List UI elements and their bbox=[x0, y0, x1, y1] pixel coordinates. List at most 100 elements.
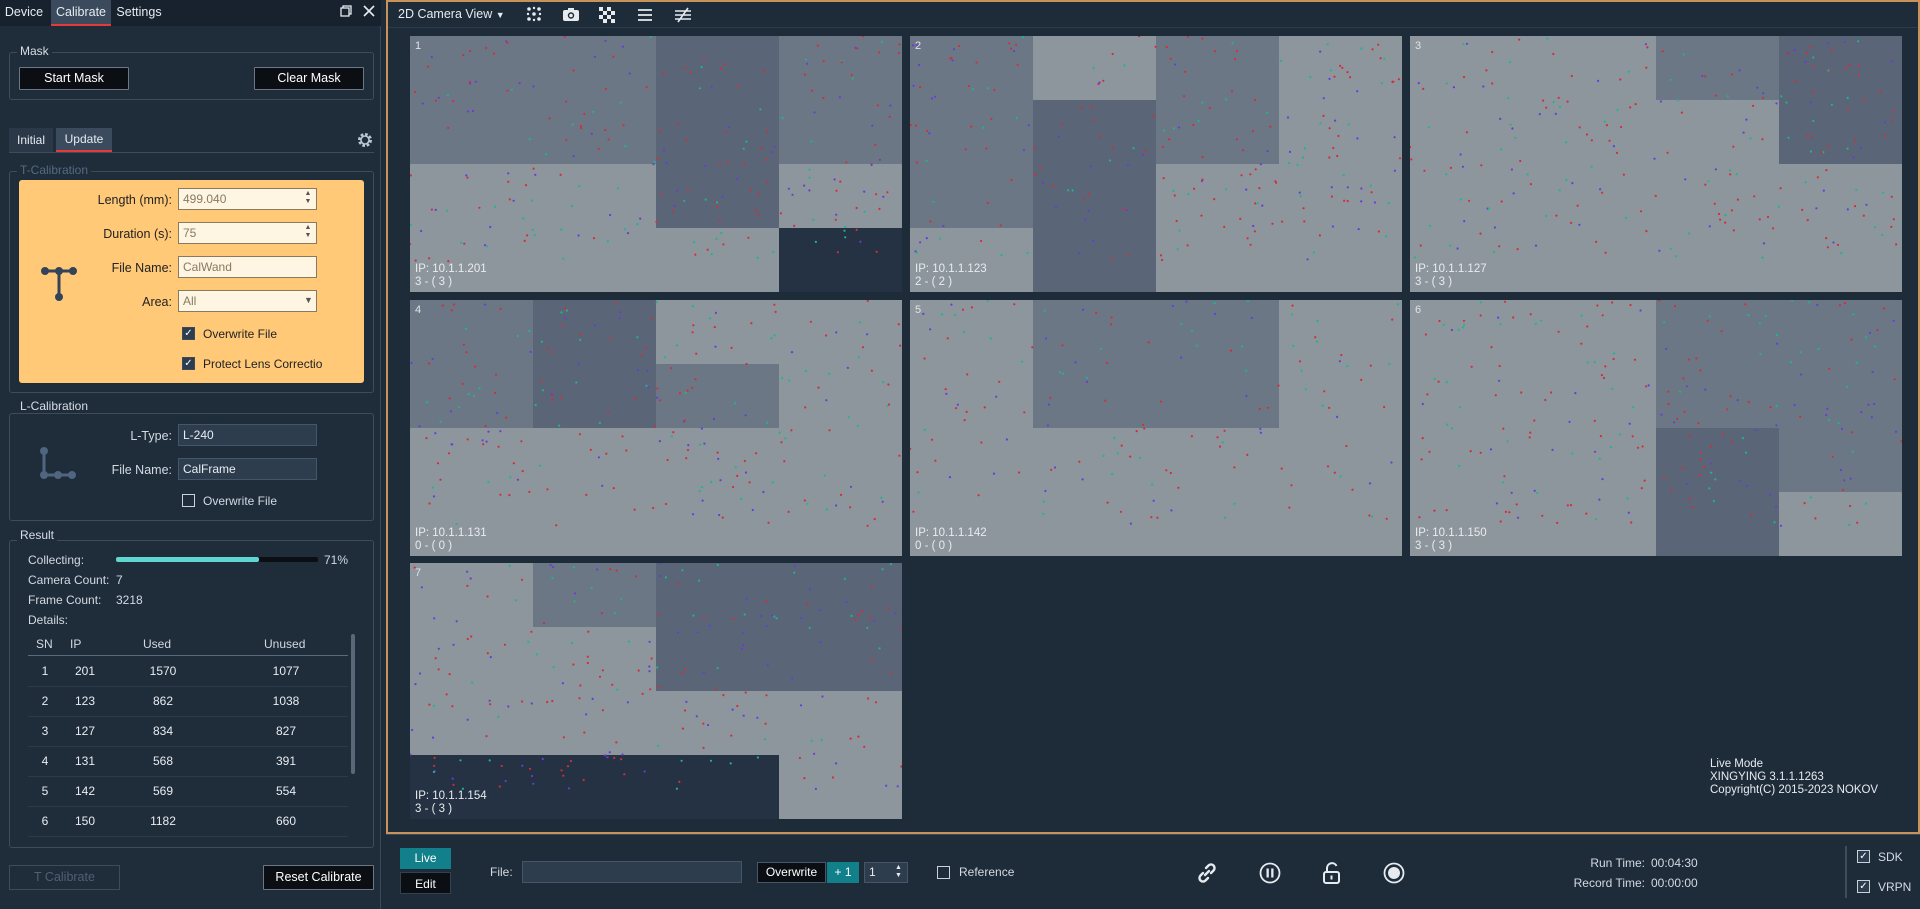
gear-icon[interactable] bbox=[356, 131, 374, 149]
vrpn-checkbox[interactable]: ✓ bbox=[1857, 880, 1870, 893]
strike-lines-icon[interactable] bbox=[674, 7, 692, 26]
marker-point bbox=[481, 439, 484, 442]
table-row-divider bbox=[28, 716, 348, 717]
marker-point bbox=[835, 189, 838, 192]
marker-point bbox=[1830, 49, 1833, 52]
close-icon[interactable] bbox=[363, 5, 375, 17]
camera-panel[interactable]: 7 IP: 10.1.1.154 3 - ( 3 ) bbox=[410, 563, 902, 819]
tab-settings[interactable]: Settings bbox=[114, 0, 164, 26]
duration-input[interactable]: 75 bbox=[178, 222, 317, 244]
marker-point bbox=[1803, 502, 1806, 505]
overwrite-button[interactable]: Overwrite bbox=[757, 862, 826, 883]
col-sn: SN bbox=[36, 637, 53, 651]
overwrite-file-checkbox[interactable]: ✓ bbox=[182, 327, 195, 340]
camera-panel[interactable]: 1 IP: 10.1.1.201 3 - ( 3 ) bbox=[410, 36, 902, 292]
marker-point bbox=[835, 762, 838, 765]
marker-point bbox=[1520, 391, 1523, 394]
tab-device[interactable]: Device bbox=[0, 0, 48, 26]
marker-point bbox=[839, 493, 843, 496]
marker-point bbox=[1172, 189, 1175, 192]
marker-point bbox=[601, 709, 604, 712]
duration-spinner[interactable]: ▲ ▼ bbox=[302, 224, 314, 242]
camera-marker-count: 3 - ( 3 ) bbox=[415, 276, 453, 288]
copyright-text: Copyright(C) 2015-2023 NOKOV bbox=[1710, 784, 1879, 796]
marker-point bbox=[790, 351, 794, 354]
view-mode-dropdown[interactable]: 2D Camera View ▼ bbox=[398, 7, 505, 21]
marker-point bbox=[843, 229, 846, 232]
l-type-input[interactable]: L-240 bbox=[178, 424, 317, 446]
clear-mask-button[interactable]: Clear Mask bbox=[254, 67, 364, 90]
marker-point bbox=[600, 612, 603, 615]
marker-point bbox=[1636, 446, 1640, 449]
marker-point bbox=[910, 447, 912, 450]
marker-point bbox=[1180, 356, 1183, 359]
plus-one-button[interactable]: + 1 bbox=[827, 862, 859, 883]
tab-initial[interactable]: Initial bbox=[9, 128, 53, 152]
marker-point bbox=[524, 184, 528, 187]
l-file-name-input[interactable]: CalFrame bbox=[178, 458, 317, 480]
marker-point bbox=[1485, 69, 1488, 72]
protect-lens-checkbox[interactable]: ✓ bbox=[182, 357, 195, 370]
sdk-checkbox[interactable]: ✓ bbox=[1857, 850, 1870, 863]
menu-lines-icon[interactable] bbox=[637, 9, 653, 24]
camera-icon[interactable] bbox=[562, 7, 580, 25]
step-spinner[interactable]: ▲ ▼ bbox=[895, 864, 902, 880]
marker-point bbox=[1787, 136, 1790, 139]
start-mask-button[interactable]: Start Mask bbox=[19, 67, 129, 90]
marker-point bbox=[804, 58, 807, 61]
marker-point bbox=[1302, 207, 1305, 210]
pause-icon[interactable] bbox=[1259, 862, 1281, 887]
marker-point bbox=[467, 110, 470, 113]
reset-calibrate-button[interactable]: Reset Calibrate bbox=[263, 865, 374, 890]
marker-point bbox=[611, 683, 614, 686]
camera-panel[interactable]: 6 IP: 10.1.1.150 3 - ( 3 ) bbox=[1410, 300, 1902, 556]
marker-point bbox=[788, 379, 791, 382]
link-icon[interactable] bbox=[1196, 862, 1218, 887]
camera-panel[interactable]: 5 IP: 10.1.1.142 0 - ( 0 ) bbox=[910, 300, 1402, 556]
live-button[interactable]: Live bbox=[400, 848, 451, 869]
marker-point bbox=[492, 52, 495, 55]
tab-calibrate[interactable]: Calibrate bbox=[51, 0, 111, 26]
scrollbar[interactable] bbox=[351, 634, 355, 774]
area-select[interactable]: All bbox=[178, 290, 317, 312]
marker-point bbox=[1291, 304, 1294, 307]
file-input[interactable] bbox=[522, 861, 742, 883]
marker-point bbox=[1602, 376, 1606, 380]
camera-panel[interactable]: 2 IP: 10.1.1.123 2 - ( 2 ) bbox=[910, 36, 1402, 292]
marker-point bbox=[1183, 95, 1186, 98]
marker-point bbox=[822, 96, 825, 100]
marker-point bbox=[1848, 63, 1851, 66]
marker-point bbox=[1303, 220, 1306, 223]
length-spinner[interactable]: ▲ ▼ bbox=[302, 190, 314, 208]
marker-point bbox=[1849, 504, 1852, 508]
checkerboard-icon[interactable] bbox=[599, 7, 615, 26]
marker-point bbox=[1612, 145, 1615, 148]
marker-point bbox=[1338, 360, 1341, 363]
t-calibrate-button[interactable]: T Calibrate bbox=[9, 865, 120, 890]
marker-point bbox=[1697, 422, 1700, 425]
marker-point bbox=[1461, 165, 1464, 168]
marker-point bbox=[1874, 226, 1877, 229]
marker-point bbox=[929, 328, 932, 331]
camera-panel[interactable]: 3 IP: 10.1.1.127 3 - ( 3 ) bbox=[1410, 36, 1902, 292]
length-input[interactable]: 499.040 bbox=[178, 188, 317, 210]
marker-point bbox=[686, 448, 690, 452]
record-icon[interactable] bbox=[1383, 862, 1405, 887]
edit-button[interactable]: Edit bbox=[400, 872, 451, 894]
tab-update[interactable]: Update bbox=[56, 128, 112, 152]
t-file-name-input[interactable]: CalWand bbox=[178, 256, 317, 278]
marker-point bbox=[869, 616, 872, 620]
marker-point bbox=[1599, 188, 1602, 191]
marker-point bbox=[1360, 187, 1363, 190]
restore-icon[interactable] bbox=[340, 5, 352, 17]
marker-point bbox=[605, 452, 608, 455]
marker-point bbox=[1669, 78, 1672, 81]
marker-point bbox=[1615, 151, 1619, 154]
reference-checkbox[interactable] bbox=[937, 866, 950, 879]
marker-point bbox=[527, 640, 530, 643]
marker-point bbox=[1193, 187, 1196, 190]
markers-icon[interactable] bbox=[525, 6, 543, 27]
l-overwrite-file-checkbox[interactable] bbox=[182, 494, 195, 507]
camera-panel[interactable]: 4 IP: 10.1.1.131 0 - ( 0 ) bbox=[410, 300, 902, 556]
unlock-icon[interactable] bbox=[1322, 862, 1342, 887]
